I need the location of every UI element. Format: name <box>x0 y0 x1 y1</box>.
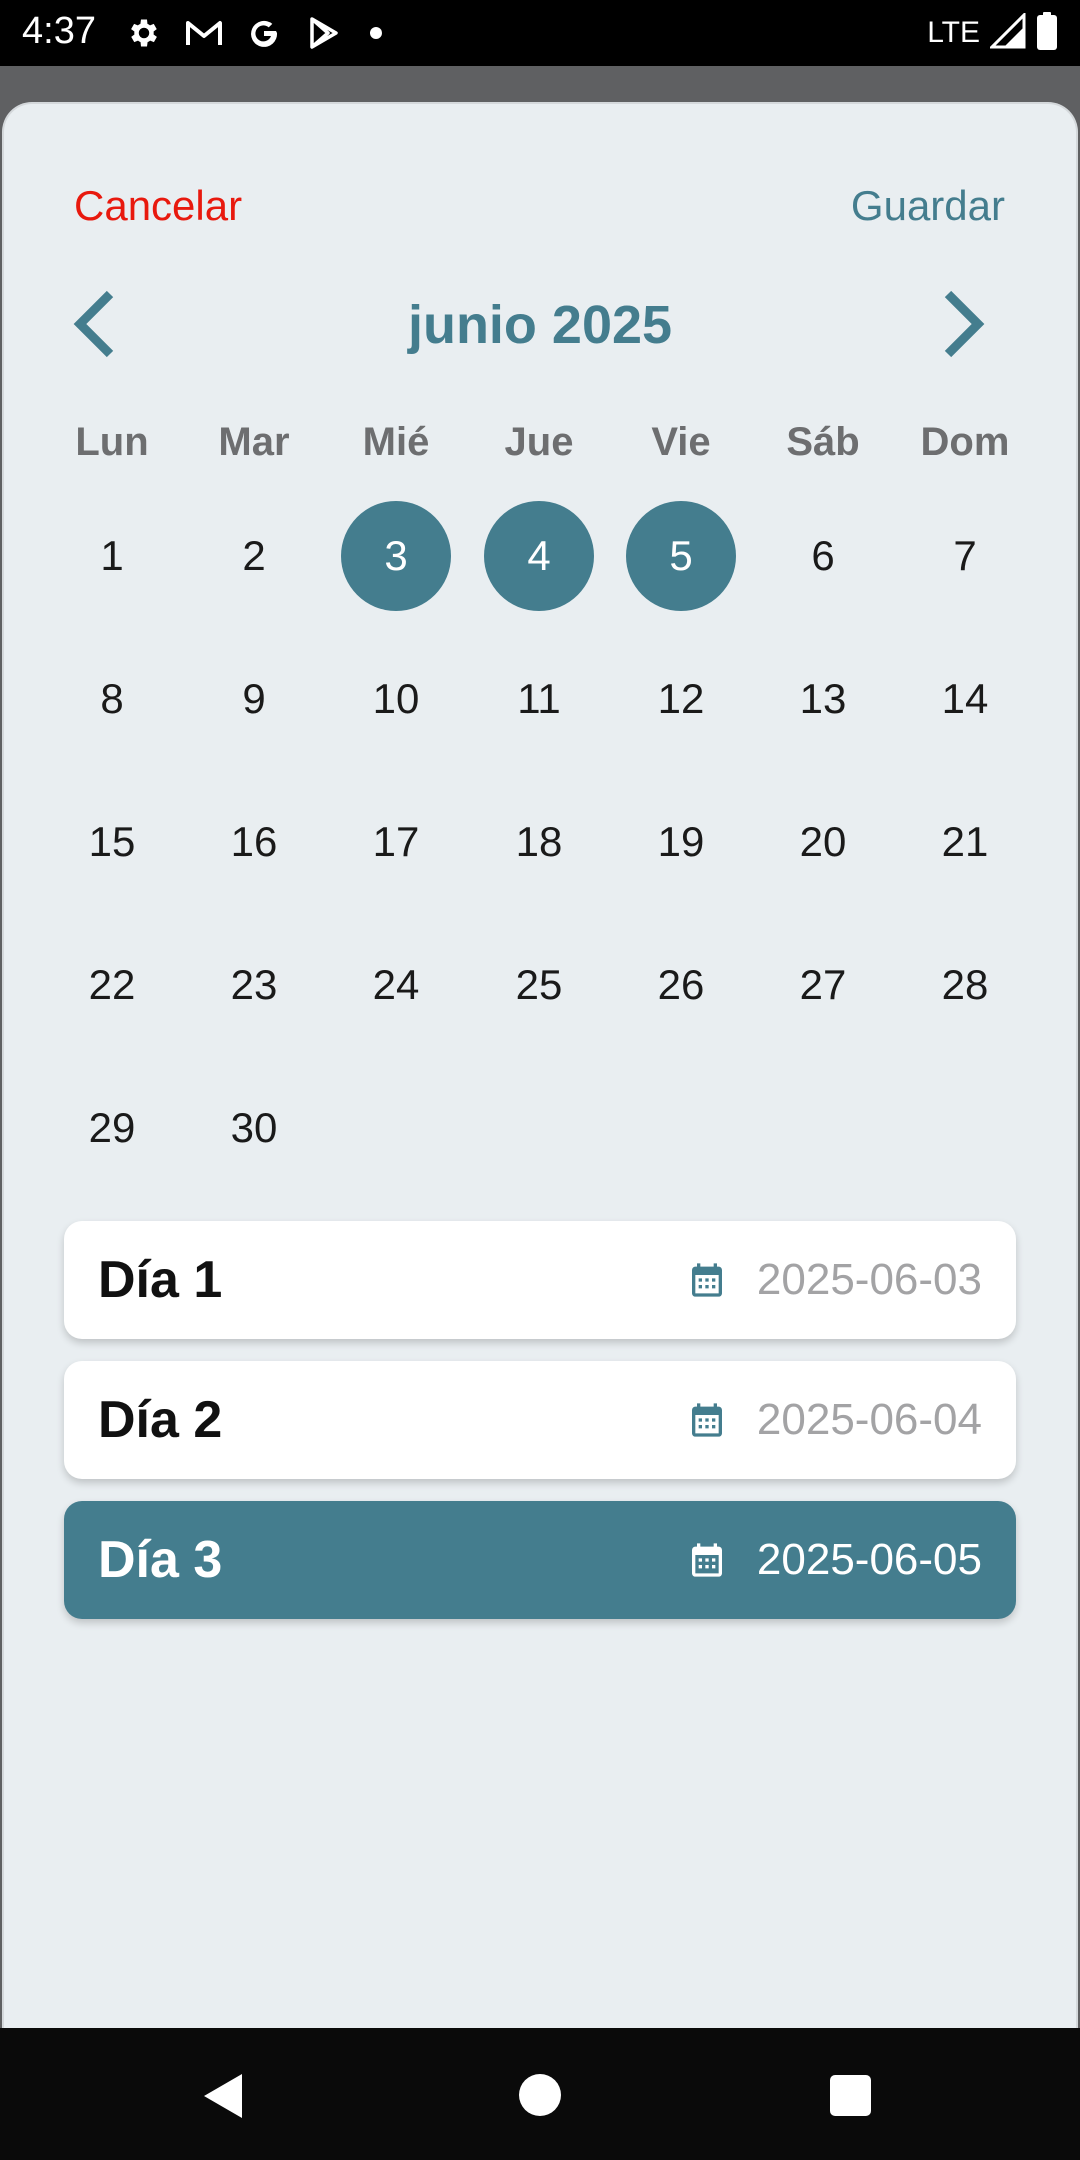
calendar-day[interactable]: 9 <box>199 644 309 754</box>
calendar-day[interactable]: 22 <box>57 930 167 1040</box>
calendar-day[interactable]: 2 <box>199 501 309 611</box>
weekday-label: Lun <box>75 420 149 464</box>
status-notification-icons <box>124 10 382 56</box>
day-card-1[interactable]: Día 1 2025-06-03 <box>64 1221 1016 1339</box>
weekday-label: Mar <box>218 420 290 464</box>
weekday-label: Vie <box>651 420 711 464</box>
calendar-day[interactable]: 13 <box>768 644 878 754</box>
recents-icon[interactable] <box>830 2075 871 2116</box>
calendar-day[interactable]: 16 <box>199 787 309 897</box>
calendar-day[interactable]: 8 <box>57 644 167 754</box>
calendar-icon <box>691 1263 722 1297</box>
day-card-3[interactable]: Día 3 2025-06-05 <box>64 1501 1016 1619</box>
calendar-day[interactable]: 6 <box>768 501 878 611</box>
battery-icon <box>1036 11 1058 55</box>
day-card-label: Día 2 <box>98 1391 223 1449</box>
calendar-day[interactable]: 29 <box>57 1073 167 1183</box>
calendar-day[interactable]: 18 <box>484 787 594 897</box>
cancel-button[interactable]: Cancelar <box>74 182 242 230</box>
day-card-date: 2025-06-05 <box>756 1535 982 1584</box>
calendar-day[interactable]: 12 <box>626 644 736 754</box>
weekday-label: Mié <box>362 420 430 464</box>
calendar-day[interactable]: 21 <box>910 787 1020 897</box>
day-card-date: 2025-06-04 <box>756 1395 982 1444</box>
home-icon[interactable] <box>519 2074 561 2116</box>
day-card-label: Día 3 <box>98 1531 223 1589</box>
calendar-day[interactable]: 1 <box>57 501 167 611</box>
calendar-day[interactable]: 24 <box>341 930 451 1040</box>
calendar-day[interactable]: 20 <box>768 787 878 897</box>
calendar-day[interactable]: 28 <box>910 930 1020 1040</box>
calendar-day[interactable]: 3 <box>341 501 451 611</box>
calendar-icon <box>691 1403 722 1437</box>
next-month-button[interactable] <box>932 282 992 366</box>
calendar-day[interactable]: 15 <box>57 787 167 897</box>
google-icon <box>244 13 284 53</box>
status-time: 4:37 <box>22 10 96 52</box>
status-bar: 4:37 LTE <box>0 0 1080 66</box>
weekday-label: Sáb <box>786 420 860 464</box>
calendar-day[interactable]: 7 <box>910 501 1020 611</box>
gmail-icon <box>184 13 224 53</box>
calendar-day[interactable]: 17 <box>341 787 451 897</box>
system-nav-bar <box>0 2028 1080 2160</box>
day-card-2[interactable]: Día 2 2025-06-04 <box>64 1361 1016 1479</box>
calendar-day[interactable]: 4 <box>484 501 594 611</box>
calendar-day[interactable]: 14 <box>910 644 1020 754</box>
month-title: junio 2025 <box>407 295 673 355</box>
calendar-day[interactable]: 30 <box>199 1073 309 1183</box>
signal-icon <box>988 10 1026 54</box>
status-system-icons: LTE <box>927 10 1058 56</box>
back-icon[interactable] <box>200 2072 248 2120</box>
save-button[interactable]: Guardar <box>851 182 1005 230</box>
calendar-day[interactable]: 10 <box>341 644 451 754</box>
calendar-day[interactable]: 26 <box>626 930 736 1040</box>
day-card-date: 2025-06-03 <box>756 1255 982 1304</box>
notification-dot-icon <box>370 27 382 39</box>
calendar-day[interactable]: 5 <box>626 501 736 611</box>
weekday-label: Jue <box>504 420 574 464</box>
chevron-right-icon <box>944 290 985 358</box>
date-picker-sheet <box>2 102 1078 2028</box>
play-store-icon <box>304 13 344 53</box>
gear-icon <box>124 13 164 53</box>
calendar-icon <box>691 1543 722 1577</box>
calendar-day[interactable]: 27 <box>768 930 878 1040</box>
calendar-day[interactable]: 25 <box>484 930 594 1040</box>
day-card-label: Día 1 <box>98 1251 223 1309</box>
calendar-day[interactable]: 11 <box>484 644 594 754</box>
calendar-day[interactable]: 23 <box>199 930 309 1040</box>
network-type: LTE <box>927 16 980 49</box>
calendar-day[interactable]: 19 <box>626 787 736 897</box>
weekday-label: Dom <box>920 420 1010 464</box>
